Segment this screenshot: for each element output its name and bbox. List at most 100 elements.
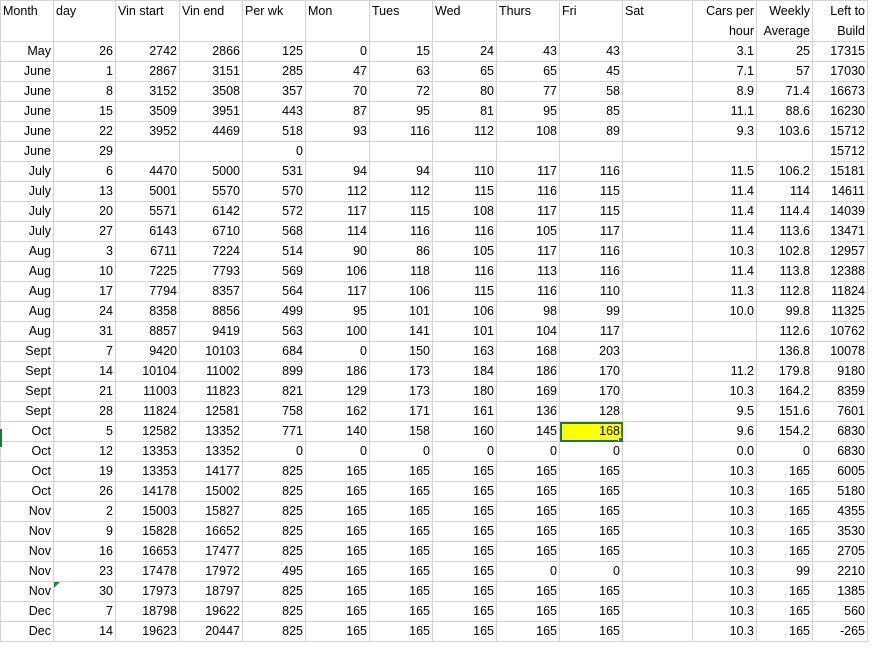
table-cell[interactable] (559, 141, 623, 162)
table-cell[interactable]: 165 (756, 601, 813, 622)
table-cell[interactable]: 165 (559, 521, 623, 542)
table-cell[interactable]: 88.6 (756, 101, 813, 122)
table-cell[interactable] (622, 461, 693, 482)
table-cell[interactable]: 7 (53, 601, 116, 622)
table-cell[interactable]: 3 (53, 241, 116, 262)
table-cell[interactable]: 94 (305, 161, 370, 182)
table-cell[interactable] (622, 161, 693, 182)
table-cell[interactable]: Nov (0, 541, 54, 562)
table-cell[interactable]: 145 (496, 421, 560, 442)
table-cell[interactable]: Oct (0, 461, 54, 482)
table-cell[interactable]: 0 (559, 561, 623, 582)
table-cell[interactable]: 115 (559, 181, 623, 202)
table-cell[interactable] (692, 321, 757, 342)
table-cell[interactable] (622, 341, 693, 362)
table-cell[interactable]: 15003 (115, 501, 180, 522)
table-cell[interactable]: 160 (432, 421, 497, 442)
table-cell[interactable]: 563 (242, 321, 306, 342)
table-cell[interactable] (622, 301, 693, 322)
table-cell[interactable]: 8.9 (692, 81, 757, 102)
table-cell[interactable]: 9.5 (692, 401, 757, 422)
table-cell[interactable]: 29 (53, 141, 116, 162)
table-cell[interactable]: Nov (0, 581, 54, 602)
table-cell[interactable]: May (0, 41, 54, 62)
table-cell[interactable]: 116 (559, 241, 623, 262)
table-cell[interactable]: 31 (53, 321, 116, 342)
table-cell[interactable]: 7225 (115, 261, 180, 282)
table-cell[interactable]: 20447 (179, 621, 243, 642)
table-cell[interactable]: 24 (432, 41, 497, 62)
table-cell[interactable]: 112.6 (756, 321, 813, 342)
table-cell[interactable]: 17478 (115, 561, 180, 582)
table-cell[interactable]: 10.0 (692, 301, 757, 322)
table-cell[interactable]: 9419 (179, 321, 243, 342)
header-cell[interactable]: Month (0, 0, 54, 42)
table-cell[interactable]: 154.2 (756, 421, 813, 442)
table-cell[interactable]: 104 (496, 321, 560, 342)
table-cell[interactable]: 6005 (812, 461, 868, 482)
table-cell[interactable]: 2705 (812, 541, 868, 562)
table-cell[interactable]: 165 (369, 521, 433, 542)
header-cell[interactable]: Tues (369, 0, 433, 42)
table-cell[interactable]: 13352 (179, 421, 243, 442)
table-cell[interactable] (622, 141, 693, 162)
table-cell[interactable]: 572 (242, 201, 306, 222)
table-cell[interactable]: 2742 (115, 41, 180, 62)
table-cell[interactable]: 825 (242, 521, 306, 542)
table-cell[interactable]: 65 (496, 61, 560, 82)
table-cell[interactable]: 173 (369, 361, 433, 382)
table-cell[interactable]: 115 (369, 201, 433, 222)
table-cell[interactable]: 10762 (812, 321, 868, 342)
table-cell[interactable] (622, 621, 693, 642)
table-cell[interactable]: Sept (0, 361, 54, 382)
table-cell[interactable]: 45 (559, 61, 623, 82)
table-cell[interactable]: 165 (305, 561, 370, 582)
table-cell[interactable]: 165 (305, 581, 370, 602)
table-cell[interactable]: 570 (242, 181, 306, 202)
table-cell[interactable]: 165 (496, 601, 560, 622)
table-cell[interactable]: 1 (53, 61, 116, 82)
table-cell[interactable] (622, 281, 693, 302)
table-cell[interactable]: 165 (559, 481, 623, 502)
table-cell[interactable]: 112.8 (756, 281, 813, 302)
table-cell[interactable]: 0 (496, 441, 560, 462)
table-cell[interactable]: 14 (53, 621, 116, 642)
table-cell[interactable]: 12957 (812, 241, 868, 262)
table-cell[interactable]: 19622 (179, 601, 243, 622)
table-cell[interactable]: 105 (432, 241, 497, 262)
table-cell[interactable]: 758 (242, 401, 306, 422)
table-cell[interactable]: 165 (369, 601, 433, 622)
table-cell[interactable]: 10 (53, 261, 116, 282)
table-cell[interactable]: 7793 (179, 261, 243, 282)
table-cell[interactable]: 10078 (812, 341, 868, 362)
table-cell[interactable]: 21 (53, 381, 116, 402)
table-cell[interactable]: Oct (0, 481, 54, 502)
table-cell[interactable]: 5571 (115, 201, 180, 222)
table-cell[interactable]: 560 (812, 601, 868, 622)
table-cell[interactable]: 100 (305, 321, 370, 342)
table-cell[interactable]: 165 (305, 461, 370, 482)
table-cell[interactable]: Aug (0, 281, 54, 302)
table-cell[interactable]: 5000 (179, 161, 243, 182)
table-cell[interactable]: 184 (432, 361, 497, 382)
table-cell[interactable]: 136.8 (756, 341, 813, 362)
table-cell[interactable]: 47 (305, 61, 370, 82)
table-cell[interactable]: 2867 (115, 61, 180, 82)
table-cell[interactable]: 72 (369, 81, 433, 102)
table-cell[interactable]: 12388 (812, 261, 868, 282)
table-cell[interactable]: 116 (369, 221, 433, 242)
table-cell[interactable]: 1385 (812, 581, 868, 602)
table-cell[interactable]: 150 (369, 341, 433, 362)
table-cell[interactable]: July (0, 161, 54, 182)
table-cell[interactable]: 165 (559, 581, 623, 602)
table-cell[interactable]: 165 (559, 541, 623, 562)
table-cell[interactable]: 165 (756, 481, 813, 502)
table-cell[interactable]: 102.8 (756, 241, 813, 262)
table-cell[interactable]: 15712 (812, 141, 868, 162)
table-cell[interactable]: 71.4 (756, 81, 813, 102)
table-cell[interactable]: 17315 (812, 41, 868, 62)
table-cell[interactable]: 10.3 (692, 521, 757, 542)
table-cell[interactable]: 26 (53, 41, 116, 62)
table-cell[interactable]: 3151 (179, 61, 243, 82)
table-cell[interactable]: 17972 (179, 561, 243, 582)
